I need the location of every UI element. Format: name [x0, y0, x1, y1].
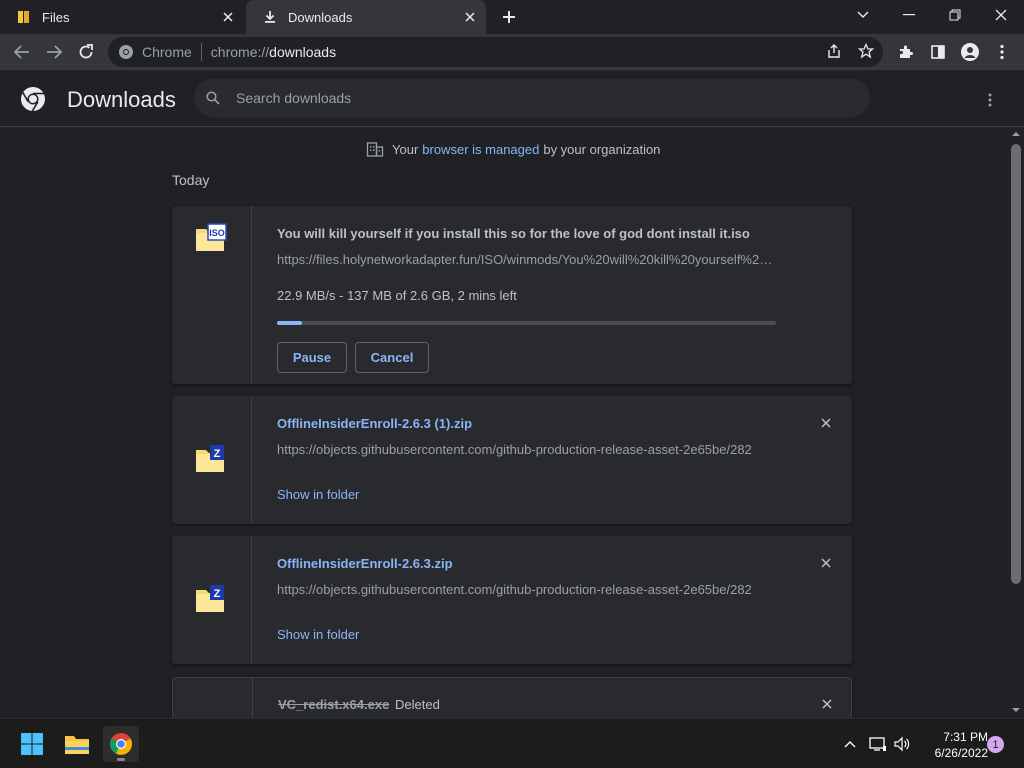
file-icon-column: [173, 678, 253, 718]
managed-prefix: Your: [392, 141, 419, 157]
download-progress-bar: [277, 321, 776, 325]
clock-time: 7:31 PM: [943, 730, 988, 744]
extensions-icon[interactable]: [896, 42, 916, 62]
tab-downloads[interactable]: Downloads: [246, 0, 486, 34]
remove-icon[interactable]: [816, 553, 836, 573]
side-panel-icon[interactable]: [928, 42, 948, 62]
browser-toolbar: Chrome chrome:// downloads: [0, 34, 1024, 70]
chrome-icon: [119, 45, 133, 59]
chrome-logo-icon: [21, 87, 45, 112]
back-icon[interactable]: [8, 38, 36, 66]
show-hidden-icons-icon[interactable]: [840, 734, 860, 754]
reload-icon[interactable]: [72, 38, 100, 66]
taskbar: 7:31 PM 6/26/2022 1: [0, 718, 1024, 768]
downloads-header: Downloads: [0, 71, 1024, 127]
address-chip: Chrome: [142, 44, 192, 60]
cancel-button[interactable]: Cancel: [355, 342, 429, 373]
managed-link[interactable]: browser is managed: [422, 142, 539, 157]
address-bar[interactable]: Chrome chrome:// downloads: [108, 37, 883, 67]
search-icon: [204, 89, 222, 107]
file-type-label: Z: [214, 588, 221, 600]
scroll-thumb[interactable]: [1011, 144, 1021, 584]
network-icon[interactable]: [868, 734, 888, 754]
download-item: Z OfflineInsiderEnroll-2.6.3 (1).zip htt…: [172, 396, 852, 524]
tab-search-icon[interactable]: [840, 0, 886, 30]
scroll-down-icon[interactable]: [1012, 706, 1020, 714]
page-title: Downloads: [67, 87, 176, 112]
bookmark-star-icon[interactable]: [856, 41, 876, 61]
file-type-label: Z: [214, 448, 221, 460]
zip-file-icon: Z: [196, 445, 224, 472]
download-progress-fill: [277, 321, 302, 325]
close-icon[interactable]: [218, 7, 238, 27]
share-icon[interactable]: [824, 41, 844, 61]
managed-notice: Your browser is managed by your organiza…: [366, 140, 660, 158]
date-section-label: Today: [172, 172, 210, 188]
chrome-taskbar-icon[interactable]: [103, 726, 139, 762]
close-icon[interactable]: [460, 7, 480, 27]
url-host: downloads: [269, 44, 337, 60]
download-item: ISO You will kill yourself if you instal…: [172, 206, 852, 384]
new-tab-button[interactable]: [497, 6, 521, 28]
file-icon-column: Z: [172, 536, 252, 664]
url-scheme: chrome://: [210, 44, 270, 60]
close-window-icon[interactable]: [978, 0, 1024, 30]
minimize-icon[interactable]: [886, 0, 932, 30]
active-indicator: [117, 758, 125, 761]
clock-date: 6/26/2022: [934, 746, 988, 760]
file-explorer-icon[interactable]: [59, 726, 95, 762]
forward-icon[interactable]: [40, 38, 68, 66]
building-icon: [366, 142, 384, 157]
restore-icon[interactable]: [932, 0, 978, 30]
file-url[interactable]: https://objects.githubusercontent.com/gi…: [277, 442, 777, 457]
file-name: VC_redist.x64.exe: [278, 697, 390, 712]
search-input[interactable]: [236, 90, 836, 106]
pause-button[interactable]: Pause: [277, 342, 347, 373]
search-box[interactable]: [194, 79, 870, 117]
zip-file-icon: Z: [196, 585, 224, 612]
file-name[interactable]: OfflineInsiderEnroll-2.6.3.zip: [277, 556, 453, 571]
show-in-folder-link[interactable]: Show in folder: [277, 487, 359, 502]
tab-title: Files: [42, 9, 70, 25]
profile-icon[interactable]: [960, 42, 980, 62]
tab-strip: Files Downloads: [0, 0, 1024, 34]
page-scrollbar[interactable]: [1008, 128, 1024, 718]
more-actions-icon[interactable]: [980, 90, 1000, 110]
remove-icon[interactable]: [816, 413, 836, 433]
file-name[interactable]: You will kill yourself if you install th…: [277, 226, 750, 241]
remove-icon[interactable]: [817, 694, 837, 714]
deleted-status: Deleted: [395, 697, 440, 712]
file-url[interactable]: https://objects.githubusercontent.com/gi…: [277, 582, 777, 597]
system-clock[interactable]: 7:31 PM 6/26/2022: [918, 729, 988, 761]
address-separator: [200, 43, 202, 61]
file-type-label: ISO: [209, 228, 225, 238]
file-icon-column: ISO: [172, 206, 252, 384]
download-icon: [262, 9, 278, 25]
file-name[interactable]: OfflineInsiderEnroll-2.6.3 (1).zip: [277, 416, 472, 431]
download-item: Z OfflineInsiderEnroll-2.6.3.zip https:/…: [172, 536, 852, 664]
download-progress-text: 22.9 MB/s - 137 MB of 2.6 GB, 2 mins lef…: [277, 288, 517, 303]
show-in-folder-link[interactable]: Show in folder: [277, 627, 359, 642]
file-icon-column: Z: [172, 396, 252, 524]
folder-icon: [16, 9, 32, 25]
downloads-list: Your browser is managed by your organiza…: [0, 128, 1008, 718]
more-menu-icon[interactable]: [992, 42, 1012, 62]
tab-files[interactable]: Files: [0, 0, 244, 34]
notification-badge[interactable]: 1: [987, 736, 1004, 753]
start-icon[interactable]: [14, 726, 50, 762]
iso-file-icon: ISO: [196, 223, 227, 251]
file-url[interactable]: https://files.holynetworkadapter.fun/ISO…: [277, 252, 777, 267]
tab-title: Downloads: [288, 9, 353, 25]
managed-suffix: by your organization: [543, 141, 661, 157]
scroll-up-icon[interactable]: [1012, 130, 1020, 138]
download-item: VC_redist.x64.exe Deleted: [172, 677, 852, 718]
volume-icon[interactable]: [892, 734, 912, 754]
